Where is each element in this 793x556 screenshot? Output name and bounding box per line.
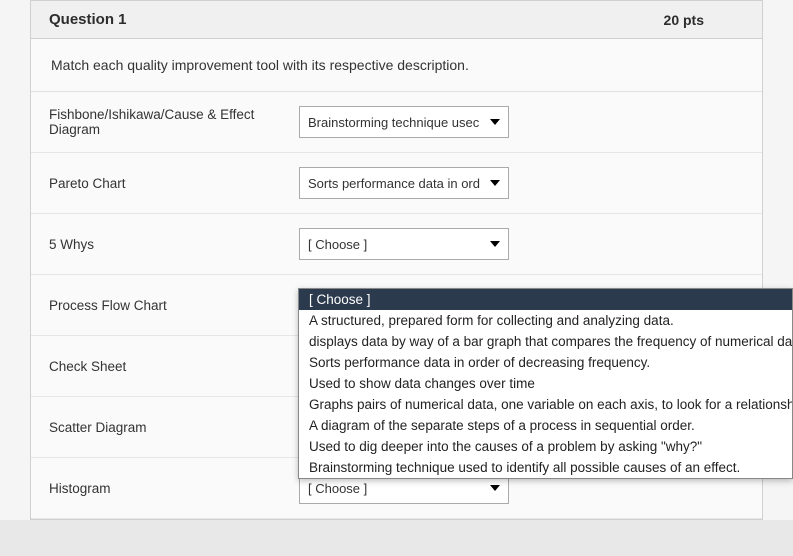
dropdown-option[interactable]: displays data by way of a bar graph that… — [299, 331, 792, 352]
match-label: Histogram — [49, 481, 299, 496]
match-label: Scatter Diagram — [49, 420, 299, 435]
match-label: Process Flow Chart — [49, 298, 299, 313]
match-label: Pareto Chart — [49, 176, 299, 191]
dropdown-option[interactable]: Graphs pairs of numerical data, one vari… — [299, 394, 792, 415]
dropdown-option[interactable]: Sorts performance data in order of decre… — [299, 352, 792, 373]
match-row-5whys: 5 Whys [ Choose ] — [31, 214, 762, 275]
dropdown-option[interactable]: Used to show data changes over time — [299, 373, 792, 394]
dropdown-listbox[interactable]: [ Choose ] A structured, prepared form f… — [298, 288, 793, 479]
quiz-container: Question 1 20 pts Match each quality imp… — [0, 0, 793, 520]
match-label: 5 Whys — [49, 237, 299, 252]
question-header: Question 1 20 pts — [31, 1, 762, 39]
question-points: 20 pts — [664, 12, 704, 28]
dropdown-option[interactable]: Used to dig deeper into the causes of a … — [299, 436, 792, 457]
dropdown-option-choose[interactable]: [ Choose ] — [299, 289, 792, 310]
dropdown-option[interactable]: A structured, prepared form for collecti… — [299, 310, 792, 331]
match-label: Check Sheet — [49, 359, 299, 374]
dropdown-option[interactable]: Brainstorming technique used to identify… — [299, 457, 792, 478]
match-label: Fishbone/Ishikawa/Cause & Effect Diagram — [49, 107, 299, 137]
match-select-fishbone[interactable]: Brainstorming technique usec — [299, 106, 509, 138]
dropdown-option[interactable]: A diagram of the separate steps of a pro… — [299, 415, 792, 436]
match-select-pareto[interactable]: Sorts performance data in ord — [299, 167, 509, 199]
match-row-pareto: Pareto Chart Sorts performance data in o… — [31, 153, 762, 214]
match-select-5whys[interactable]: [ Choose ] — [299, 228, 509, 260]
match-row-fishbone: Fishbone/Ishikawa/Cause & Effect Diagram… — [31, 92, 762, 153]
question-prompt: Match each quality improvement tool with… — [31, 39, 762, 92]
question-title: Question 1 — [49, 11, 127, 28]
